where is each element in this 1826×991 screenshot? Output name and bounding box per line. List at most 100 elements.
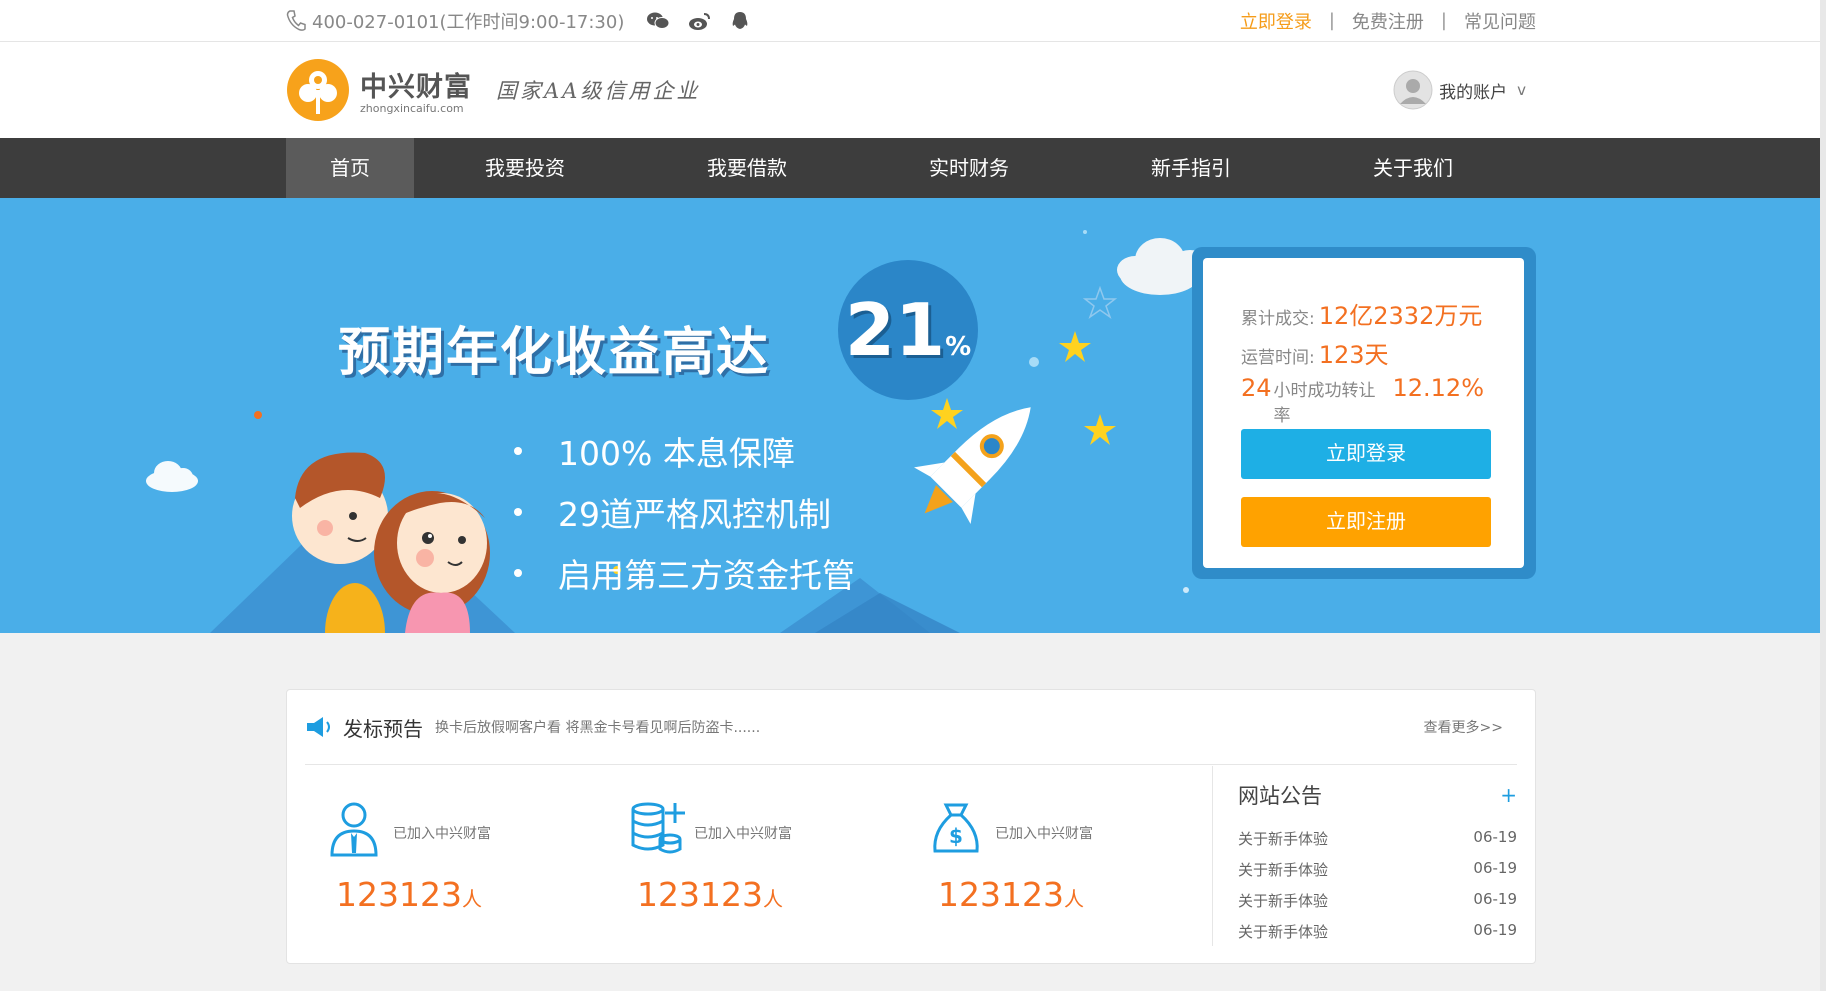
scrollbar[interactable] — [1820, 0, 1826, 991]
banner-headline: 预期年化收益高达 — [338, 323, 771, 383]
stat-count-unit: 人 — [461, 887, 482, 911]
list-item[interactable]: 关于新手体验 06-19 — [1238, 921, 1517, 952]
star-icon — [1059, 331, 1091, 362]
feature-item: 100% 本息保障 — [514, 420, 855, 481]
rate-value: 21 — [844, 288, 946, 372]
top-bar: 400-027-0101(工作时间9:00-17:30) 立即登录 | 免费注册… — [0, 0, 1826, 42]
feature-text: 29道严格风控机制 — [558, 494, 831, 534]
announcements-header: 网站公告 + — [1238, 780, 1517, 810]
separator: | — [1440, 10, 1447, 31]
phone-info: 400-027-0101(工作时间9:00-17:30) — [286, 8, 624, 34]
stat-block: 已加入中兴财富 123123人 — [630, 801, 910, 914]
feature-text: 启用第三方资金托管 — [558, 555, 855, 595]
news-date: 06-19 — [1473, 859, 1517, 877]
nav-borrow[interactable]: 我要借款 — [636, 138, 858, 198]
separator: | — [1328, 10, 1335, 31]
news-title: 关于新手体验 — [1238, 830, 1329, 848]
divider — [1212, 766, 1213, 946]
rate-unit: % — [945, 332, 972, 362]
operating-time-label: 运营时间: — [1241, 348, 1315, 368]
stat-label: 已加入中兴财富 — [995, 826, 1093, 842]
feature-item: 启用第三方资金托管 — [514, 542, 855, 603]
notice-text[interactable]: 换卡后放假啊客户看 将黑金卡号看见啊后防盗卡...... — [435, 717, 760, 737]
nav-home[interactable]: 首页 — [286, 138, 414, 198]
stat-label: 已加入中兴财富 — [393, 826, 491, 842]
site-header: 中兴财富 zhongxincaifu.com 国家AA级信用企业 我的账户 v — [0, 42, 1826, 138]
stat-count-unit: 人 — [1063, 887, 1084, 911]
megaphone-icon — [307, 717, 330, 737]
box-header: 发标预告 换卡后放假啊客户看 将黑金卡号看见啊后防盗卡...... 查看更多>> — [305, 690, 1517, 765]
phone-number: 400-027-0101(工作时间9:00-17:30) — [312, 11, 625, 33]
announcements-title: 网站公告 — [1238, 784, 1322, 808]
main-nav: 首页 我要投资 我要借款 实时财务 新手指引 关于我们 — [0, 138, 1826, 198]
stat-count-unit: 人 — [762, 887, 783, 911]
list-item[interactable]: 关于新手体验 06-19 — [1238, 890, 1517, 921]
rocket-icon — [914, 407, 1031, 524]
plus-icon[interactable]: + — [1500, 783, 1517, 807]
stat-count: 123123人 — [336, 875, 482, 914]
user-icon — [330, 802, 378, 857]
stat-block: $ 已加入中兴财富 123123人 — [931, 801, 1211, 914]
logo-text: 中兴财富 zhongxincaifu.com — [360, 65, 472, 115]
avatar-icon — [1393, 70, 1433, 110]
nav-about[interactable]: 关于我们 — [1302, 138, 1524, 198]
transfer-rate-row: 24 小时成功转让率 12.12% — [1241, 374, 1484, 426]
news-date: 06-19 — [1473, 921, 1517, 939]
star-icon — [1084, 414, 1116, 445]
stat-count-value: 123123 — [336, 875, 462, 914]
stats-row: 已加入中兴财富 123123人 已加入中兴财富 123123人 $ 已加入中兴财… — [305, 766, 1205, 946]
stat-count: 123123人 — [938, 875, 1084, 914]
account-label: 我的账户 — [1439, 82, 1508, 103]
stats-card: 累计成交: 12亿2332万元 运营时间: 123天 24 小时成功转让率 12… — [1203, 258, 1524, 568]
login-button[interactable]: 立即登录 — [1241, 429, 1491, 479]
phone-icon — [286, 9, 306, 31]
stat-count: 123123人 — [637, 875, 783, 914]
account-menu[interactable]: 我的账户 v — [1393, 70, 1526, 110]
top-links: 立即登录 | 免费注册 | 常见问题 — [1240, 8, 1536, 34]
slogan: 国家AA级信用企业 — [496, 79, 701, 103]
top-register-link[interactable]: 免费注册 — [1352, 8, 1424, 34]
transfer-rate-hours: 24 — [1241, 374, 1272, 402]
nav-finance[interactable]: 实时财务 — [858, 138, 1080, 198]
operating-time-value: 123天 — [1318, 341, 1389, 369]
operating-time-row: 运营时间: 123天 — [1241, 335, 1484, 374]
nav-guide[interactable]: 新手指引 — [1080, 138, 1302, 198]
news-date: 06-19 — [1473, 890, 1517, 908]
top-faq-link[interactable]: 常见问题 — [1464, 8, 1536, 34]
qq-icon[interactable] — [730, 11, 750, 31]
view-more-link[interactable]: 查看更多>> — [1424, 717, 1503, 737]
total-deals-value: 12亿2332万元 — [1318, 302, 1483, 330]
wechat-icon[interactable] — [646, 11, 670, 31]
box-title: 发标预告 — [343, 716, 423, 741]
site-announcements: 网站公告 + 关于新手体验 06-19 关于新手体验 06-19 关于新手体验 06-… — [1238, 780, 1517, 952]
list-item[interactable]: 关于新手体验 06-19 — [1238, 828, 1517, 859]
coins-icon — [631, 802, 685, 854]
feature-list: 100% 本息保障 29道严格风控机制 启用第三方资金托管 — [514, 420, 855, 603]
money-bag-icon: $ — [933, 803, 979, 853]
stat-count-value: 123123 — [637, 875, 763, 914]
news-title: 关于新手体验 — [1238, 892, 1329, 910]
news-title: 关于新手体验 — [1238, 923, 1329, 941]
weibo-icon[interactable] — [688, 11, 712, 31]
svg-text:$: $ — [949, 824, 963, 848]
stat-label: 已加入中兴财富 — [694, 826, 792, 842]
transfer-rate-label: 小时成功转让率 — [1273, 381, 1376, 426]
clover-logo-icon — [287, 59, 349, 121]
transfer-rate-value: 12.12% — [1392, 374, 1484, 402]
top-login-link[interactable]: 立即登录 — [1240, 8, 1312, 34]
star-icon — [1082, 285, 1118, 319]
total-deals-label: 累计成交: — [1241, 309, 1315, 329]
star-icon — [931, 398, 963, 429]
social-links — [646, 11, 750, 31]
logo-domain: zhongxincaifu.com — [360, 102, 464, 115]
news-date: 06-19 — [1473, 828, 1517, 846]
site-logo[interactable]: 中兴财富 zhongxincaifu.com — [286, 58, 472, 122]
stat-count-value: 123123 — [938, 875, 1064, 914]
total-deals-row: 累计成交: 12亿2332万元 — [1241, 296, 1484, 335]
chevron-down-icon: v — [1517, 81, 1526, 99]
cloud-icon — [146, 461, 198, 492]
list-item[interactable]: 关于新手体验 06-19 — [1238, 859, 1517, 890]
nav-invest[interactable]: 我要投资 — [414, 138, 636, 198]
rate-badge: 21% — [838, 260, 978, 400]
register-button[interactable]: 立即注册 — [1241, 497, 1491, 547]
